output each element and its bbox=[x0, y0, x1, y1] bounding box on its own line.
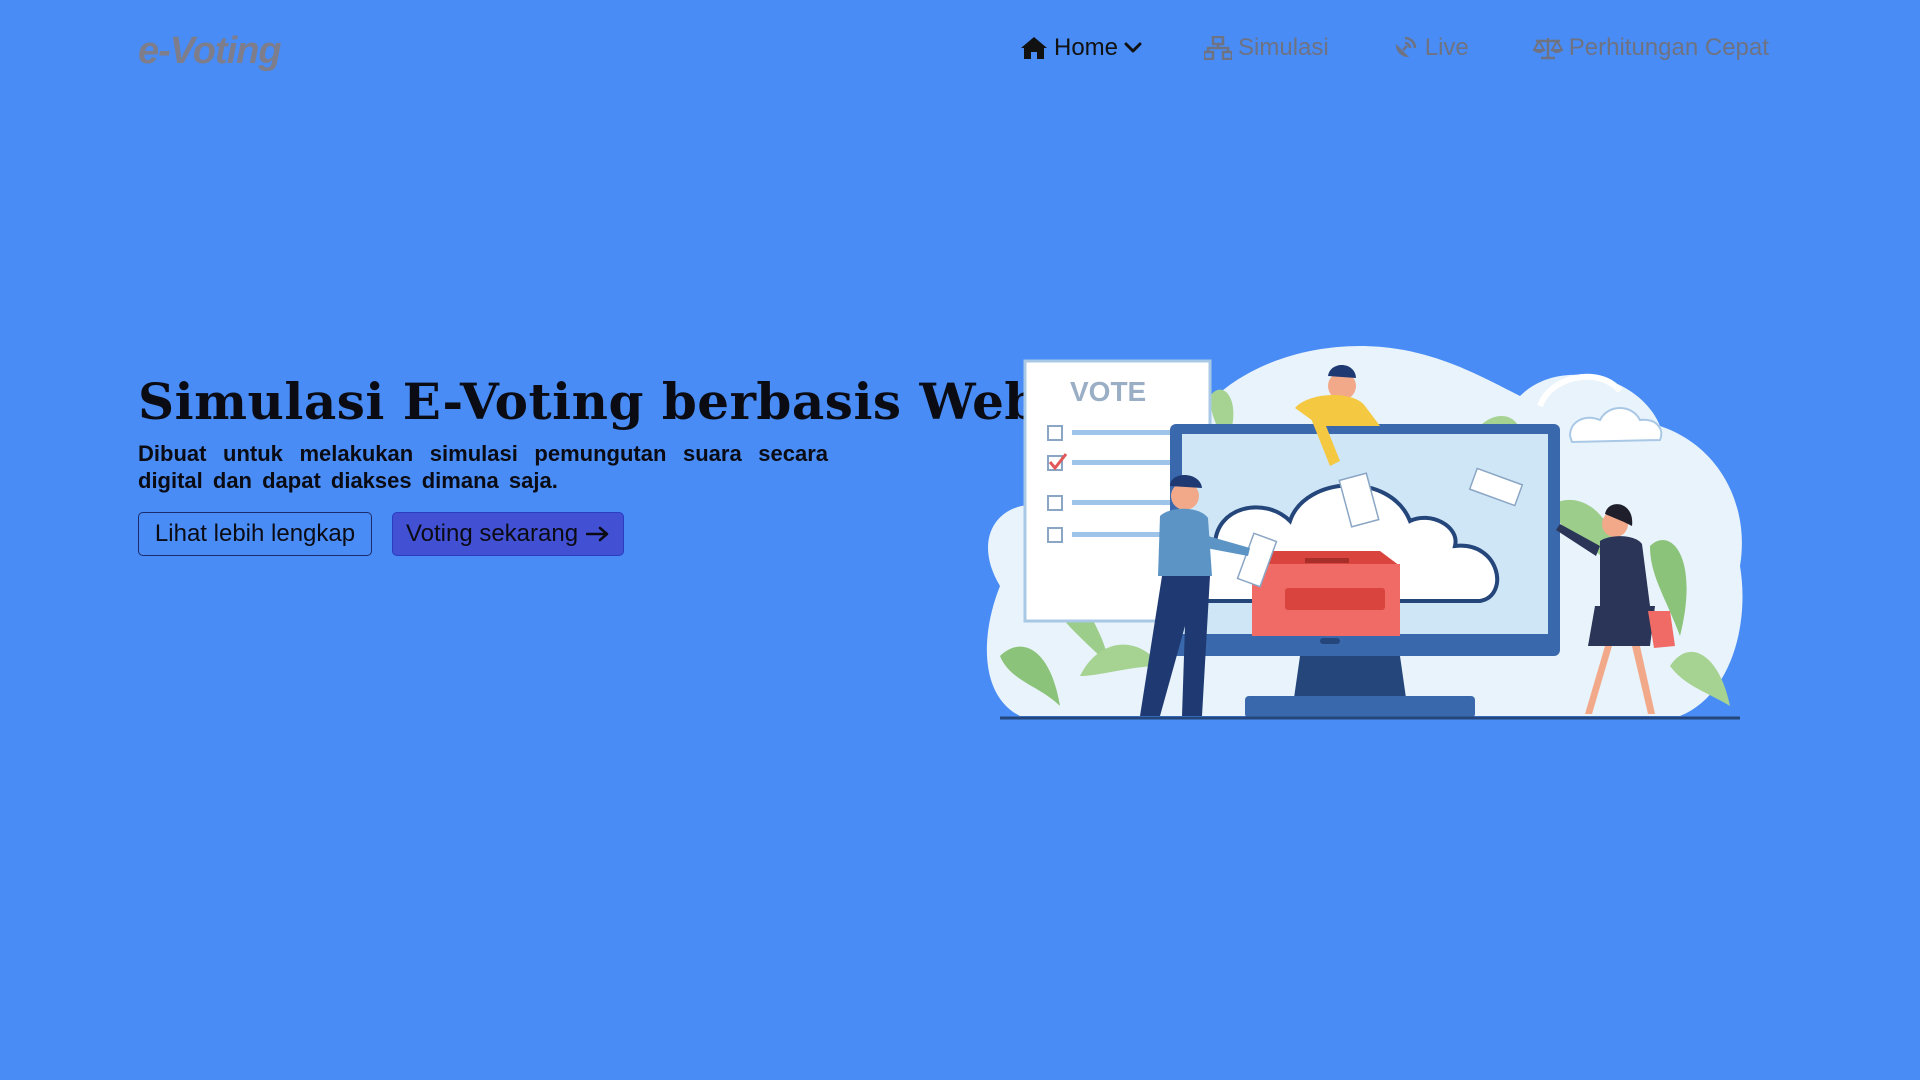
nav-item-label: Simulasi bbox=[1238, 34, 1329, 61]
page: e-Voting Home Simulasi Live Perhitungan … bbox=[0, 0, 1920, 1080]
nav-item-home[interactable]: Home bbox=[1020, 34, 1142, 62]
e-voting-illustration: VOTE bbox=[986, 346, 1743, 720]
balance-scale-icon bbox=[1532, 36, 1563, 60]
nav-item-live[interactable]: Live bbox=[1393, 34, 1469, 62]
brand-logo[interactable]: e-Voting bbox=[138, 30, 282, 73]
nav-item-perhitungan-cepat[interactable]: Perhitungan Cepat bbox=[1532, 34, 1769, 62]
hero-subtitle: Dibuat untuk melakukan simulasi pemungut… bbox=[138, 441, 828, 493]
nav-item-label: Home bbox=[1054, 34, 1119, 61]
vote-now-label: Voting sekarang bbox=[405, 520, 579, 547]
learn-more-label: Lihat lebih lengkap bbox=[154, 520, 356, 547]
learn-more-button[interactable]: Lihat lebih lengkap bbox=[138, 512, 372, 556]
arrow-right-icon bbox=[586, 526, 610, 542]
chevron-down-icon bbox=[1124, 42, 1142, 54]
home-icon bbox=[1020, 36, 1048, 60]
nav-item-label: Live bbox=[1424, 34, 1469, 61]
vote-board-label: VOTE bbox=[1070, 376, 1146, 407]
hero-title: Simulasi E-Voting berbasis Web bbox=[138, 372, 1040, 431]
nav-item-simulasi[interactable]: Simulasi bbox=[1204, 34, 1329, 62]
nav-item-label: Perhitungan Cepat bbox=[1568, 34, 1769, 61]
satellite-dish-icon bbox=[1393, 36, 1419, 60]
vote-now-button[interactable]: Voting sekarang bbox=[392, 512, 624, 556]
main-nav: Home Simulasi Live Perhitungan Cepat bbox=[1020, 30, 1769, 66]
sitemap-icon bbox=[1204, 36, 1233, 60]
